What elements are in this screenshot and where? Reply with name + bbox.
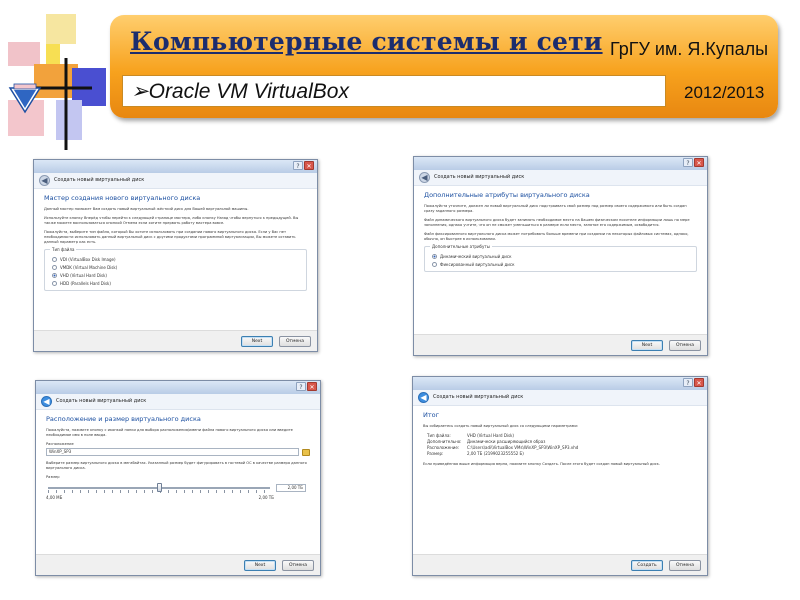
radio-button[interactable] <box>432 262 437 267</box>
subtitle-box: ➢Oracle VM VirtualBox <box>122 75 666 107</box>
page-heading: Мастер создания нового виртуального диск… <box>44 194 201 202</box>
group-label: Тип файла <box>50 247 77 252</box>
min-size-label: 4,00 МБ <box>46 495 63 500</box>
dynamic-disk-text: Файл динамического виртуального диска бу… <box>424 218 690 227</box>
radio-button-selected[interactable] <box>52 273 57 278</box>
location-dialog: ? ✕ ◀ Создать новый виртуальный диск Расп… <box>35 380 321 576</box>
dialog-caption: Создать новый виртуальный диск <box>56 398 147 404</box>
university-name: ГрГУ им. Я.Купалы <box>610 39 769 59</box>
next-button[interactable]: Next <box>631 340 663 351</box>
radio-button[interactable] <box>52 257 57 262</box>
file-type-group: Тип файла VDI (VirtualBox Disk Image) VM… <box>44 247 307 291</box>
help-icon[interactable]: ? <box>683 378 693 387</box>
arrow-bullet-icon: ➢ <box>131 80 149 103</box>
close-icon[interactable]: ✕ <box>694 158 704 167</box>
intro-text: Данный мастер поможет Вам создать новый … <box>44 207 249 211</box>
dialog-caption: Создать новый виртуальный диск <box>434 174 525 180</box>
cancel-button[interactable]: Отмена <box>669 340 701 351</box>
radio-button-selected[interactable] <box>432 254 437 259</box>
attributes-group: Дополнительные атрибуты Динамический вир… <box>424 244 697 272</box>
fixed-disk-text: Файл фиксированного виртуального диска м… <box>424 232 689 241</box>
size-help-text: Выберите размер виртуального диска в мег… <box>46 461 307 470</box>
attributes-dialog: ? ✕ ◀ Создать новый виртуальный диск Допо… <box>413 156 708 356</box>
dialog-caption: Создать новый виртуальный диск <box>54 177 145 183</box>
summary-dialog: ? ✕ ◀ Создать новый виртуальный диск Итог… <box>412 376 708 576</box>
next-button[interactable]: Next <box>244 560 276 571</box>
radio-dynamic[interactable]: Динамический виртуальный диск <box>432 254 691 259</box>
next-button[interactable]: Next <box>241 336 273 347</box>
help-icon[interactable]: ? <box>293 161 303 170</box>
academic-year: 2012/2013 <box>684 83 765 102</box>
university-logo <box>8 14 106 150</box>
title-bar: ? ✕ <box>413 377 707 390</box>
dialog-body: Итог Вы собираетесь создать новый виртуа… <box>413 406 707 554</box>
folder-icon[interactable] <box>302 448 310 456</box>
file-type-text: Пожалуйста, выберите тип файла, который … <box>44 230 296 244</box>
location-group: Расположение WinXP_SP3 <box>46 442 310 456</box>
help-icon[interactable]: ? <box>296 382 306 391</box>
back-arrow-icon[interactable]: ◀ <box>418 392 429 403</box>
cancel-button[interactable]: Отмена <box>669 560 701 571</box>
cancel-button[interactable]: Отмена <box>282 560 314 571</box>
size-label: Размер <box>46 475 60 479</box>
location-help-text: Пожалуйста, нажмите кнопку с иконкой пап… <box>46 428 293 437</box>
max-size-label: 2,00 ТБ <box>258 495 274 500</box>
group-label: Дополнительные атрибуты <box>430 244 492 249</box>
dialog-body: Дополнительные атрибуты виртуального дис… <box>414 186 707 334</box>
wizard-dialog: ? ✕ ◀ Создать новый виртуальный диск Маст… <box>33 159 318 352</box>
summary-table: Тип файла: VHD (Virtual Hard Disk) Дополн… <box>427 433 579 456</box>
back-arrow-icon[interactable]: ◀ <box>39 175 50 186</box>
instructions-text: Используйте кнопку Вперёд чтобы перейти … <box>44 216 299 225</box>
page-heading: Дополнительные атрибуты виртуального дис… <box>424 191 590 199</box>
radio-fixed[interactable]: Фиксированный виртуальный диск <box>432 262 691 267</box>
location-label: Расположение <box>46 442 74 446</box>
size-input[interactable]: 2,00 ТБ <box>276 484 306 492</box>
title-bar: ? ✕ <box>34 160 317 173</box>
dialog-caption: Создать новый виртуальный диск <box>433 394 524 400</box>
dialog-body: Расположение и размер виртуального диска… <box>36 410 320 554</box>
header-banner: Компьютерные системы и сети ГрГУ им. Я.К… <box>110 15 778 118</box>
create-button[interactable]: Создать <box>631 560 663 571</box>
radio-vdi[interactable]: VDI (VirtualBox Disk Image) <box>52 257 301 262</box>
back-arrow-icon[interactable]: ◀ <box>41 396 52 407</box>
radio-button[interactable] <box>52 265 57 270</box>
confirm-text: Если приведённая выше информация верна, … <box>423 462 660 466</box>
page-heading: Итог <box>423 411 440 419</box>
close-icon[interactable]: ✕ <box>304 161 314 170</box>
close-icon[interactable]: ✕ <box>694 378 704 387</box>
course-title: Компьютерные системы и сети <box>130 27 603 56</box>
slider-thumb[interactable] <box>156 483 162 492</box>
close-icon[interactable]: ✕ <box>307 382 317 391</box>
slide: Компьютерные системы и сети ГрГУ им. Я.К… <box>0 0 800 600</box>
radio-vhd[interactable]: VHD (Virtual Hard Disk) <box>52 273 301 278</box>
title-bar: ? ✕ <box>36 381 320 394</box>
radio-button[interactable] <box>52 281 57 286</box>
cancel-button[interactable]: Отмена <box>279 336 311 347</box>
dialog-body: Мастер создания нового виртуального диск… <box>34 189 317 330</box>
title-bar: ? ✕ <box>414 157 707 170</box>
back-arrow-icon[interactable]: ◀ <box>419 172 430 183</box>
size-slider[interactable]: 2,00 ТБ <box>46 483 310 493</box>
slide-subtitle: Oracle VM VirtualBox <box>148 80 349 103</box>
radio-vmdk[interactable]: VMDK (Virtual Machine Disk) <box>52 265 301 270</box>
location-input[interactable]: WinXP_SP3 <box>46 448 299 456</box>
page-heading: Расположение и размер виртуального диска <box>46 415 201 423</box>
radio-hdd[interactable]: HDD (Parallels Hard Disk) <box>52 281 301 286</box>
summary-intro-text: Вы собираетесь создать новый виртуальный… <box>423 424 578 428</box>
intro-text: Пожалуйста уточните, должен ли новый вир… <box>424 204 687 213</box>
help-icon[interactable]: ? <box>683 158 693 167</box>
